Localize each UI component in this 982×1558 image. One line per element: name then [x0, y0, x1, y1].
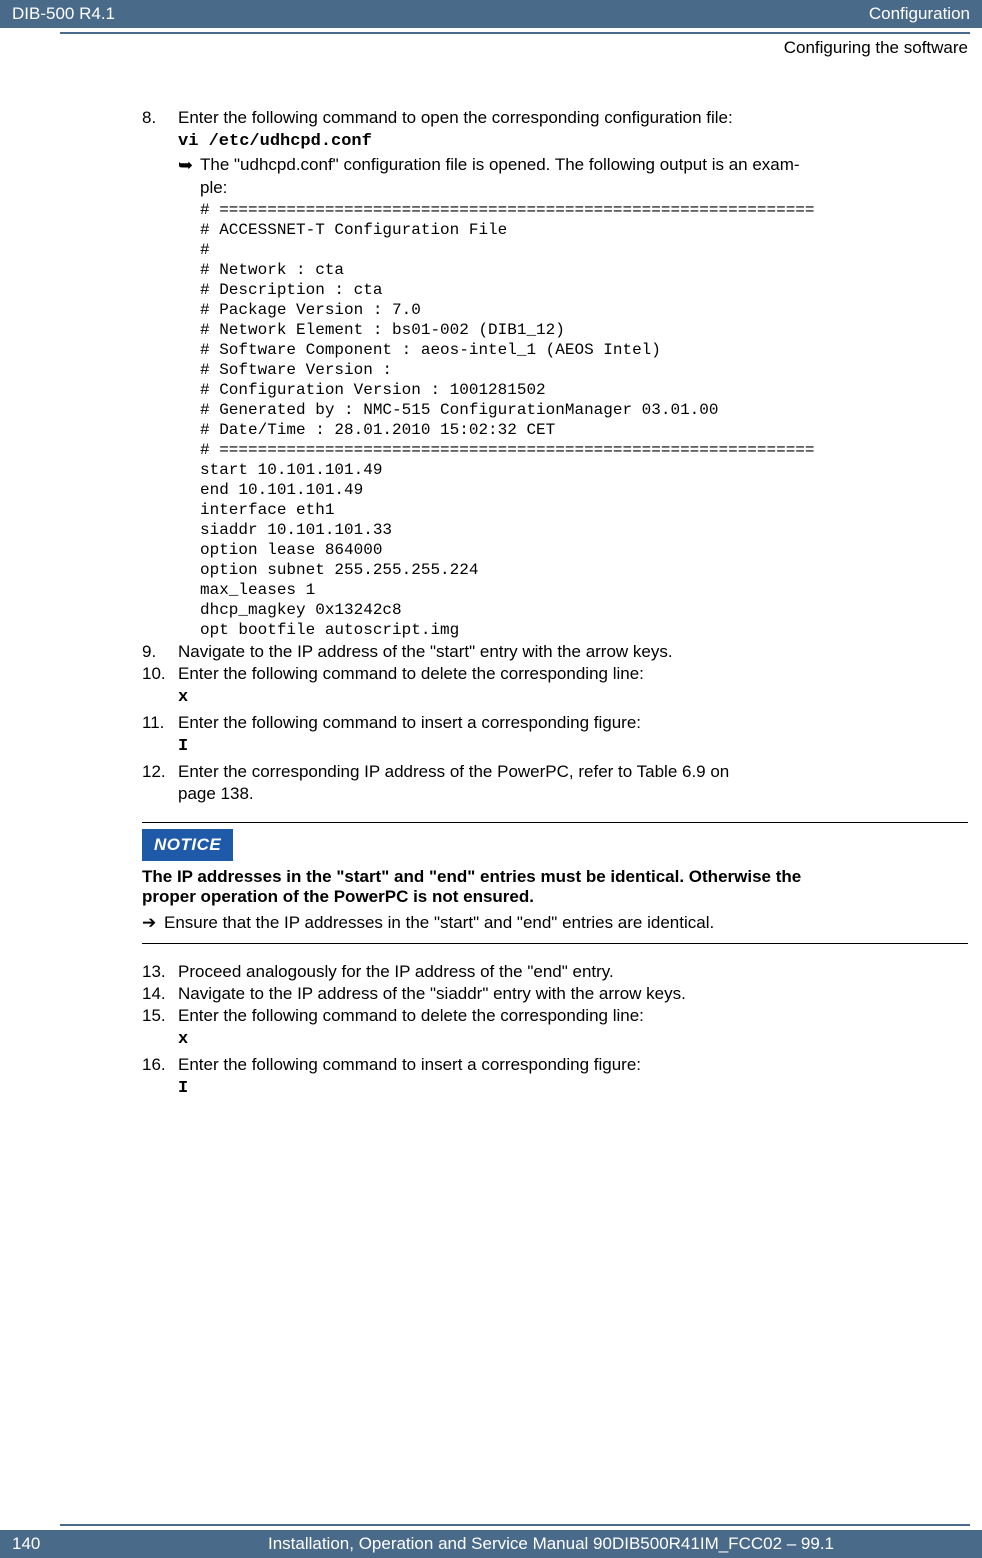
step-number: 8.	[142, 108, 178, 128]
header-bar: DIB-500 R4.1 Configuration	[0, 0, 982, 28]
arrow-icon: ➥	[178, 155, 200, 176]
footer-rule	[60, 1524, 970, 1526]
step-text-cont: page 138.	[178, 784, 968, 804]
header-right: Configuration	[869, 4, 970, 24]
step-text: Navigate to the IP address of the "siadd…	[178, 984, 968, 1004]
page-number: 140	[12, 1534, 132, 1554]
notice-line2: proper operation of the PowerPC is not e…	[142, 887, 534, 906]
step-number: 12.	[142, 762, 178, 782]
notice-box: NOTICE The IP addresses in the "start" a…	[142, 822, 968, 944]
step-9: 9. Navigate to the IP address of the "st…	[142, 642, 968, 662]
content: 8. Enter the following command to open t…	[0, 58, 982, 1098]
subheader: Configuring the software	[0, 34, 982, 58]
step-14: 14. Navigate to the IP address of the "s…	[142, 984, 968, 1004]
footer-text: Installation, Operation and Service Manu…	[132, 1534, 970, 1554]
arrow-icon: ➔	[142, 913, 164, 933]
step-text: Enter the following command to delete th…	[178, 1006, 968, 1026]
step-text: Enter the following command to delete th…	[178, 664, 968, 684]
step-13: 13. Proceed analogously for the IP addre…	[142, 962, 968, 982]
command-x: x	[178, 1030, 968, 1049]
command-i: I	[178, 1079, 968, 1098]
header-left: DIB-500 R4.1	[12, 4, 115, 24]
step-text: Enter the following command to open the …	[178, 108, 968, 128]
notice-bold-text: The IP addresses in the "start" and "end…	[142, 867, 968, 907]
step-11: 11. Enter the following command to inser…	[142, 713, 968, 733]
step-number: 15.	[142, 1006, 178, 1026]
result-text: The "udhcpd.conf" configuration file is …	[200, 155, 968, 176]
step-text: Enter the following command to insert a …	[178, 713, 968, 733]
result-text-cont: ple:	[200, 178, 968, 198]
step-number: 9.	[142, 642, 178, 662]
step-text: Proceed analogously for the IP address o…	[178, 962, 968, 982]
step-text: Navigate to the IP address of the "start…	[178, 642, 968, 662]
footer-bar: 140 Installation, Operation and Service …	[0, 1530, 982, 1558]
step-15: 15. Enter the following command to delet…	[142, 1006, 968, 1026]
step-number: 16.	[142, 1055, 178, 1075]
notice-line1: The IP addresses in the "start" and "end…	[142, 867, 801, 886]
notice-label: NOTICE	[142, 829, 233, 861]
step-number: 11.	[142, 713, 178, 733]
step-8: 8. Enter the following command to open t…	[142, 108, 968, 128]
step-10: 10. Enter the following command to delet…	[142, 664, 968, 684]
step-text: Enter the following command to insert a …	[178, 1055, 968, 1075]
config-file-output: # ======================================…	[200, 200, 968, 640]
result-line: ➥ The "udhcpd.conf" configuration file i…	[178, 155, 968, 176]
step-16: 16. Enter the following command to inser…	[142, 1055, 968, 1075]
step-number: 14.	[142, 984, 178, 1004]
notice-action-text: Ensure that the IP addresses in the "sta…	[164, 913, 714, 933]
notice-action: ➔ Ensure that the IP addresses in the "s…	[142, 913, 968, 933]
step-text: Enter the corresponding IP address of th…	[178, 762, 968, 782]
step-number: 10.	[142, 664, 178, 684]
step-number: 13.	[142, 962, 178, 982]
command-i: I	[178, 737, 968, 756]
command-x: x	[178, 688, 968, 707]
command-vi: vi /etc/udhcpd.conf	[178, 132, 968, 151]
step-12: 12. Enter the corresponding IP address o…	[142, 762, 968, 782]
